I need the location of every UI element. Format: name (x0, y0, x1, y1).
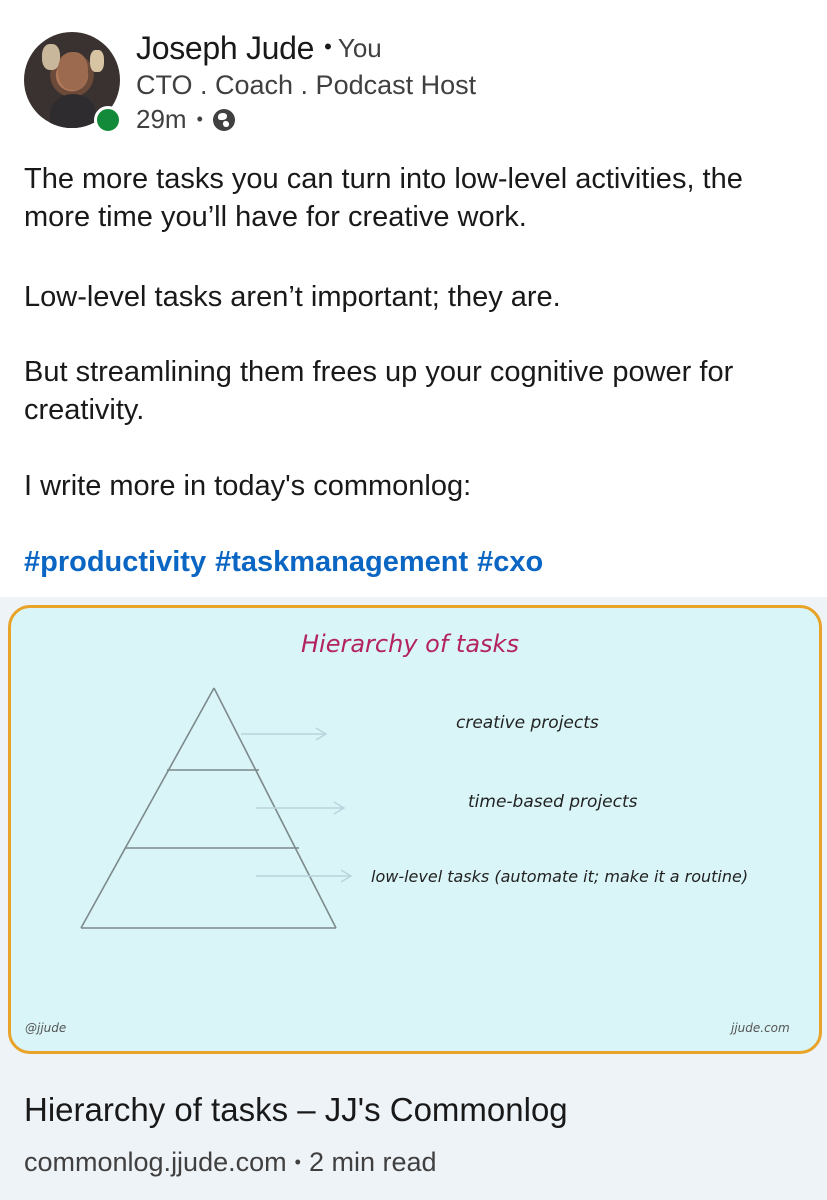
globe-icon (212, 108, 235, 131)
post-paragraph: The more tasks you can turn into low-lev… (24, 163, 743, 233)
hashtag-link[interactable]: #productivity (24, 546, 206, 578)
pyramid-diagram: Hierarchy of tasks creative projects tim… (25, 630, 790, 1035)
author-name[interactable]: Joseph Jude (136, 30, 314, 66)
hashtag-link[interactable]: #cxo (477, 546, 543, 578)
level-arrows (241, 727, 353, 883)
post-header: Joseph Jude • You CTO . Coach . Podcast Ho… (24, 30, 804, 135)
diagram-title: Hierarchy of tasks (301, 630, 519, 658)
read-time: 2 min read (308, 1147, 437, 1177)
level-label-bottom: low-level tasks (automate it; make it a … (371, 867, 748, 886)
author-name-line: Joseph Jude • You (136, 30, 382, 67)
level-label-top: creative projects (456, 713, 599, 733)
hashtag-link[interactable]: #taskmanagement (215, 546, 468, 578)
separator-dot: • (196, 109, 203, 129)
link-title[interactable]: Hierarchy of tasks – JJ's Commonlog (24, 1091, 568, 1129)
author-relation: You (337, 33, 382, 63)
post-meta: 29m • (136, 104, 235, 135)
online-status-indicator (94, 106, 122, 134)
link-domain: commonlog.jjude.com (24, 1147, 287, 1177)
link-preview-image[interactable]: Hierarchy of tasks creative projects tim… (8, 605, 822, 1054)
hashtag-list: #productivity #taskmanagement #cxo (24, 543, 552, 581)
separator-dot: • (324, 34, 332, 59)
image-site: jjude.com (729, 1021, 790, 1035)
level-label-middle: time-based projects (468, 792, 638, 812)
link-meta: commonlog.jjude.com • 2 min read (24, 1147, 437, 1178)
separator-dot: • (294, 1152, 301, 1172)
post-time: 29m (136, 104, 187, 134)
post-paragraph: Low-level tasks aren’t important; they a… (24, 281, 561, 313)
post-paragraph: But streamlining them frees up your cogn… (24, 356, 734, 426)
image-handle: @jjude (25, 1021, 66, 1035)
link-preview-card[interactable]: Hierarchy of tasks creative projects tim… (0, 597, 827, 1200)
author-headline: CTO . Coach . Podcast Host (136, 70, 477, 100)
post-paragraph: I write more in today's commonlog: (24, 470, 472, 502)
